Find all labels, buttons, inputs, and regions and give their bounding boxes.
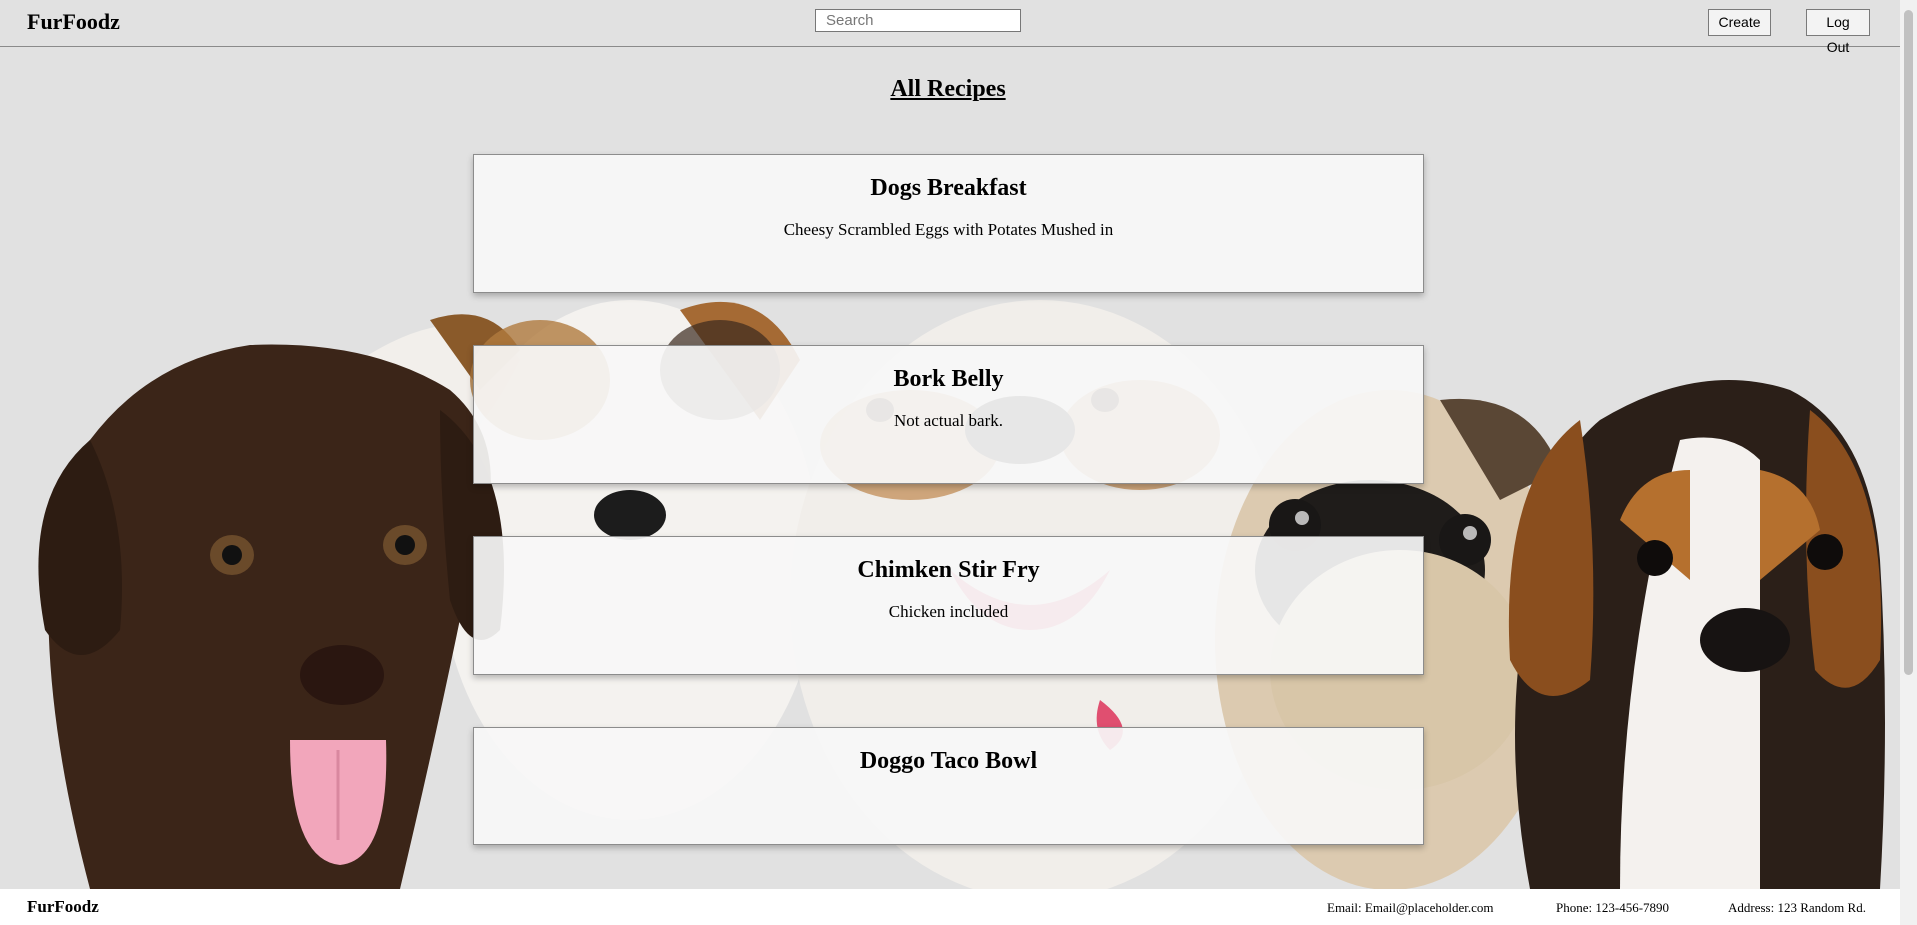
recipe-card[interactable]: Bork Belly Not actual bark. xyxy=(473,345,1424,484)
page-title: All Recipes xyxy=(890,76,1006,102)
logout-button[interactable]: Log Out xyxy=(1806,9,1870,55)
brand-logo[interactable]: FurFoodz xyxy=(27,9,120,35)
scrollbar-thumb[interactable] xyxy=(1904,10,1913,675)
footer: FurFoodz Email: Email@placeholder.com Ph… xyxy=(0,889,1900,925)
labrador-puppy xyxy=(38,344,504,889)
recipe-title[interactable]: Dogs Breakfast xyxy=(474,175,1423,202)
recipe-description: Chicken included xyxy=(888,602,1009,621)
top-navbar: FurFoodz Create Log Out xyxy=(0,0,1900,55)
vertical-scrollbar[interactable] xyxy=(1900,0,1917,925)
recipe-title[interactable]: Doggo Taco Bowl xyxy=(474,748,1423,775)
create-button[interactable]: Create xyxy=(1708,9,1771,36)
recipe-description: Not actual bark. xyxy=(893,411,1004,430)
footer-phone: Phone: 123-456-7890 xyxy=(1556,900,1670,915)
footer-email: Email: Email@placeholder.com xyxy=(1327,900,1494,915)
beagle-puppy xyxy=(1508,380,1885,889)
footer-brand: FurFoodz xyxy=(27,897,99,916)
footer-address: Address: 123 Random Rd. xyxy=(1728,900,1866,915)
recipe-description: Cheesy Scrambled Eggs with Potates Mushe… xyxy=(783,220,1114,239)
search-input[interactable] xyxy=(815,9,1021,32)
recipe-title[interactable]: Bork Belly xyxy=(474,366,1423,393)
recipe-card[interactable]: Chimken Stir Fry Chicken included xyxy=(473,536,1424,675)
recipe-card[interactable]: Doggo Taco Bowl xyxy=(473,727,1424,845)
recipe-title[interactable]: Chimken Stir Fry xyxy=(474,557,1423,584)
recipe-card[interactable]: Dogs Breakfast Cheesy Scrambled Eggs wit… xyxy=(473,154,1424,293)
